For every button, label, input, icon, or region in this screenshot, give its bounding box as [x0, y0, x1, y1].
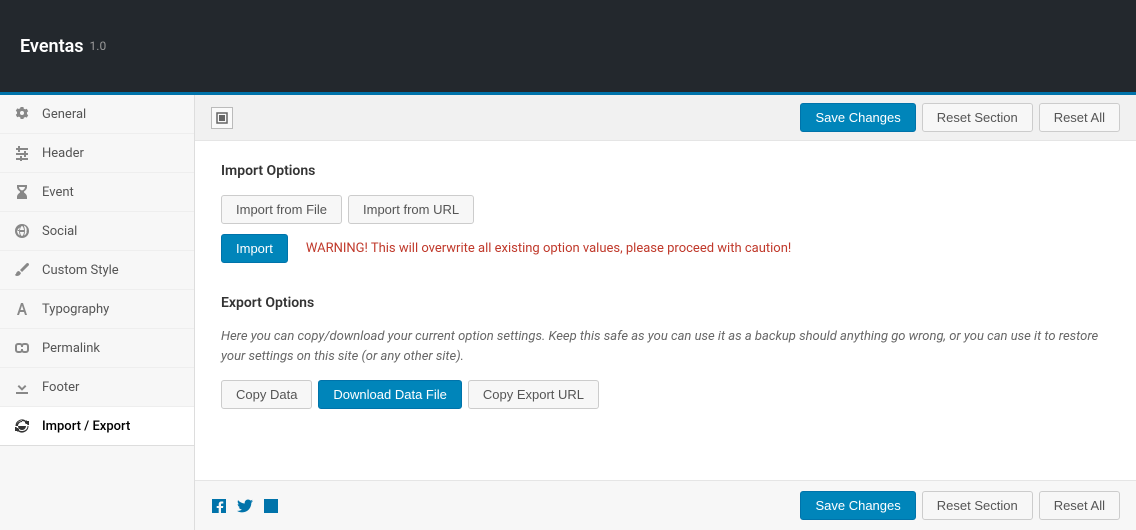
sidebar-item-label: Permalink	[42, 341, 100, 356]
sidebar-item-footer[interactable]: Footer	[0, 368, 194, 407]
import-from-file-button[interactable]: Import from File	[221, 195, 342, 224]
sidebar-item-permalink[interactable]: Permalink	[0, 329, 194, 368]
sidebar-item-label: General	[42, 107, 86, 122]
sidebar-item-label: Import / Export	[42, 419, 130, 434]
panel-body: Import Options Import from File Import f…	[195, 141, 1136, 480]
sidebar-item-label: Typography	[42, 302, 109, 317]
reset-all-button[interactable]: Reset All	[1039, 103, 1120, 132]
refresh-icon	[14, 418, 30, 434]
font-icon	[14, 301, 30, 317]
copy-data-button[interactable]: Copy Data	[221, 380, 312, 409]
sidebar-item-label: Event	[42, 185, 74, 200]
sidebar-item-import-export[interactable]: Import / Export	[0, 407, 194, 446]
sliders-icon	[14, 145, 30, 161]
content-panel: Save Changes Reset Section Reset All Imp…	[195, 95, 1136, 530]
toolbar-buttons: Save Changes Reset Section Reset All	[800, 103, 1120, 132]
copy-export-url-button[interactable]: Copy Export URL	[468, 380, 599, 409]
footer-reset-all-button[interactable]: Reset All	[1039, 491, 1120, 520]
gears-icon	[14, 106, 30, 122]
brush-icon	[14, 262, 30, 278]
hourglass-icon	[14, 184, 30, 200]
sidebar-item-header[interactable]: Header	[0, 134, 194, 173]
main-container: General Header Event Social Custom Style…	[0, 95, 1136, 530]
reset-section-button[interactable]: Reset Section	[922, 103, 1033, 132]
sidebar-item-label: Footer	[42, 380, 79, 395]
globe-icon	[14, 223, 30, 239]
linkedin-icon[interactable]	[263, 498, 279, 514]
link-icon	[14, 340, 30, 356]
footer-buttons: Save Changes Reset Section Reset All	[800, 491, 1120, 520]
sidebar-item-label: Header	[42, 146, 84, 161]
import-title: Import Options	[221, 163, 1110, 179]
import-section: Import Options Import from File Import f…	[221, 163, 1110, 263]
import-warning: WARNING! This will overwrite all existin…	[306, 241, 791, 256]
export-title: Export Options	[221, 295, 1110, 311]
twitter-icon[interactable]	[237, 498, 253, 514]
top-toolbar: Save Changes Reset Section Reset All	[195, 95, 1136, 141]
sidebar-item-custom-style[interactable]: Custom Style	[0, 251, 194, 290]
download-data-button[interactable]: Download Data File	[318, 380, 461, 409]
footer-toolbar: Save Changes Reset Section Reset All	[195, 480, 1136, 530]
brand-name: Eventas	[20, 36, 84, 57]
import-action-row: Import WARNING! This will overwrite all …	[221, 234, 1110, 263]
export-buttons-row: Copy Data Download Data File Copy Export…	[221, 380, 1110, 409]
expand-toggle[interactable]	[211, 107, 233, 129]
footer-save-button[interactable]: Save Changes	[800, 491, 915, 520]
app-header: Eventas 1.0	[0, 0, 1136, 95]
sidebar-item-label: Social	[42, 224, 77, 239]
social-icons	[211, 498, 279, 514]
export-section: Export Options Here you can copy/downloa…	[221, 295, 1110, 409]
import-button[interactable]: Import	[221, 234, 288, 263]
facebook-icon[interactable]	[211, 498, 227, 514]
sidebar-item-label: Custom Style	[42, 263, 119, 278]
import-source-row: Import from File Import from URL	[221, 195, 1110, 224]
footer-reset-section-button[interactable]: Reset Section	[922, 491, 1033, 520]
export-description: Here you can copy/download your current …	[221, 327, 1110, 366]
sidebar-item-event[interactable]: Event	[0, 173, 194, 212]
expand-icon	[216, 112, 228, 124]
brand-version: 1.0	[90, 39, 107, 53]
save-button[interactable]: Save Changes	[800, 103, 915, 132]
sidebar-item-typography[interactable]: Typography	[0, 290, 194, 329]
import-from-url-button[interactable]: Import from URL	[348, 195, 474, 224]
sidebar-item-general[interactable]: General	[0, 95, 194, 134]
sidebar: General Header Event Social Custom Style…	[0, 95, 195, 530]
download-icon	[14, 379, 30, 395]
sidebar-item-social[interactable]: Social	[0, 212, 194, 251]
